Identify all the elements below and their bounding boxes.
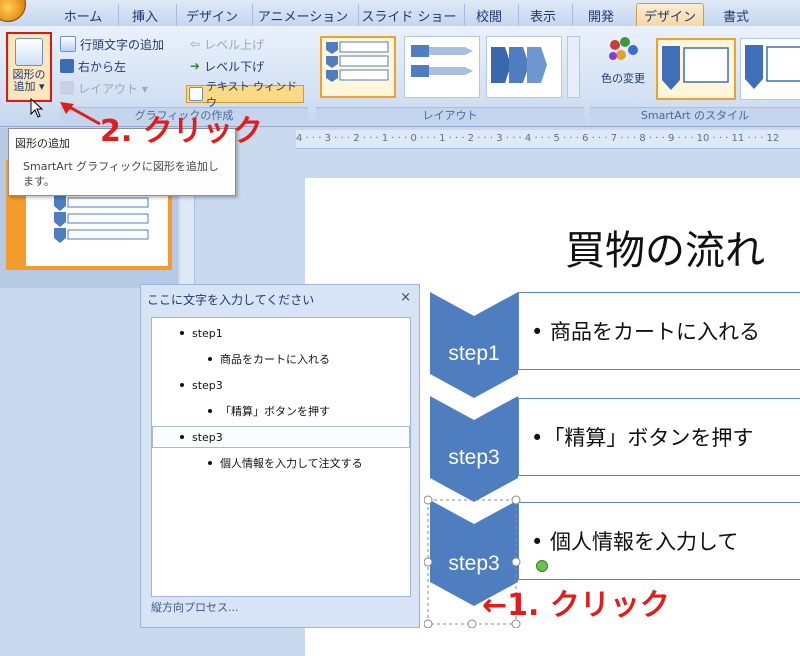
horizontal-ruler: 4 · · · 3 · · · 2 · · · 1 · · · 0 · · · … xyxy=(296,130,800,149)
list-item-text: step3 xyxy=(192,430,223,444)
slide-title[interactable]: 買物の流れ xyxy=(565,218,765,276)
tab-smartart-design[interactable]: デザイン xyxy=(636,3,704,26)
office-button[interactable] xyxy=(0,0,26,22)
smartart-text-pane: ここに文字を入力してください × step1 商品をカートに入れる step3 … xyxy=(140,284,420,628)
tab-developer[interactable]: 開発 xyxy=(572,4,629,26)
group-label-layout: レイアウト xyxy=(316,107,584,124)
add-bullet-button[interactable]: 行頭文字の追加 xyxy=(60,34,164,54)
annotation-step1: ←1. クリック xyxy=(482,588,670,623)
list-item-text: step3 xyxy=(192,378,223,392)
list-item[interactable]: 個人情報を入力して注文する xyxy=(152,452,466,474)
layout-button[interactable]: レイアウト ▾ xyxy=(60,78,148,98)
list-item[interactable]: 「精算」ボタンを押す xyxy=(152,400,466,422)
layout-icon xyxy=(60,81,74,95)
bullet-icon xyxy=(208,409,212,413)
add-shape-icon xyxy=(15,38,43,66)
list-item-text: 商品をカートに入れる xyxy=(220,353,330,366)
block-arrow-layout-icon xyxy=(411,45,473,77)
rotate-handle[interactable] xyxy=(536,560,548,572)
add-bullet-label: 行頭文字の追加 xyxy=(80,37,165,52)
list-item-text: 「精算」ボタンを押す xyxy=(220,405,330,418)
right-to-left-icon xyxy=(60,59,74,73)
annotation-arrow-icon xyxy=(60,102,101,126)
smartart-style-thumb-1[interactable] xyxy=(656,38,736,100)
vertical-chevron-layout-icon xyxy=(326,41,389,82)
layout-thumb-stacked-arrows[interactable] xyxy=(486,36,562,98)
layout-gallery-scrollbar[interactable] xyxy=(567,36,580,98)
tab-slideshow[interactable]: スライド ショー xyxy=(358,4,459,26)
tab-design[interactable]: デザイン xyxy=(176,4,247,26)
step2-text-box[interactable]: •「精算」ボタンを押す xyxy=(518,398,800,476)
add-shape-label: 図形の追加 ▾ xyxy=(12,68,46,93)
layout-thumb-vertical-chevron[interactable] xyxy=(320,36,396,98)
list-item-text: 個人情報を入力して注文する xyxy=(220,457,363,470)
list-item-text: step1 xyxy=(192,326,223,340)
text-window-button[interactable]: テキスト ウィンドウ xyxy=(186,80,304,109)
color-palette-icon xyxy=(609,37,638,60)
style-preview-icon xyxy=(745,45,800,89)
right-to-left-label: 右から左 xyxy=(78,59,127,74)
text-pane-footer-link[interactable]: 縦方向プロセス... xyxy=(151,599,239,615)
right-to-left-button[interactable]: 右から左 xyxy=(60,56,126,76)
tab-view[interactable]: 表示 xyxy=(518,4,567,26)
tab-home[interactable]: ホーム xyxy=(54,4,112,26)
tooltip-title: 図形の追加 xyxy=(15,137,70,150)
bullet-icon xyxy=(208,461,212,465)
bullet-icon xyxy=(180,435,184,439)
demote-label: レベル下げ xyxy=(204,59,265,74)
layout-thumb-block-arrows[interactable] xyxy=(404,36,480,98)
list-item[interactable]: step3 xyxy=(152,374,438,396)
text-pane-title: ここに文字を入力してください xyxy=(147,293,315,307)
tab-animation[interactable]: アニメーション xyxy=(252,4,353,26)
step3-text-box[interactable]: • 個人情報を入力して xyxy=(518,502,800,580)
bullet-list-icon xyxy=(60,36,76,52)
list-item[interactable]: 商品をカートに入れる xyxy=(152,348,466,370)
text-pane-list[interactable]: step1 商品をカートに入れる step3 「精算」ボタンを押す step3 … xyxy=(151,317,411,597)
bullet-icon xyxy=(208,357,212,361)
tab-insert[interactable]: 挿入 xyxy=(118,4,171,26)
style-preview-icon xyxy=(662,46,729,90)
ribbon-tab-bar: ホーム 挿入 デザイン アニメーション スライド ショー 校閲 表示 開発 デザ… xyxy=(0,0,800,27)
smartart-style-thumb-2[interactable] xyxy=(740,38,800,100)
demote-button[interactable]: ➜ レベル下げ xyxy=(190,56,264,76)
cursor-icon xyxy=(30,98,44,118)
bullet-icon xyxy=(180,331,184,335)
close-icon[interactable]: × xyxy=(400,290,411,305)
group-label-styles: SmartArt のスタイル xyxy=(590,107,800,124)
promote-button[interactable]: ⇦ レベル上げ xyxy=(190,34,264,54)
annotation-step2: 2. クリック xyxy=(100,114,263,149)
arrow-right-icon: ➜ xyxy=(190,59,201,73)
promote-label: レベル上げ xyxy=(204,37,265,52)
list-item[interactable]: step1 xyxy=(152,322,438,344)
text-window-icon xyxy=(189,87,203,101)
step1-text-box[interactable]: • 商品をカートに入れる xyxy=(518,292,800,370)
tab-format[interactable]: 書式 xyxy=(708,4,764,26)
add-shape-button[interactable]: 図形の追加 ▾ xyxy=(6,32,52,102)
stacked-arrow-layout-icon xyxy=(491,47,547,83)
change-colors-button[interactable]: 色の変更 xyxy=(592,36,654,108)
bullet-icon xyxy=(180,383,184,387)
tab-review[interactable]: 校閲 xyxy=(464,4,513,26)
change-colors-label: 色の変更 xyxy=(601,72,645,85)
tooltip-description: SmartArt グラフィックに図形を追加します。 xyxy=(23,160,219,188)
arrow-left-icon: ⇦ xyxy=(190,37,201,51)
layout-label: レイアウト ▾ xyxy=(78,81,148,96)
list-item-active[interactable]: step3 xyxy=(152,426,410,448)
